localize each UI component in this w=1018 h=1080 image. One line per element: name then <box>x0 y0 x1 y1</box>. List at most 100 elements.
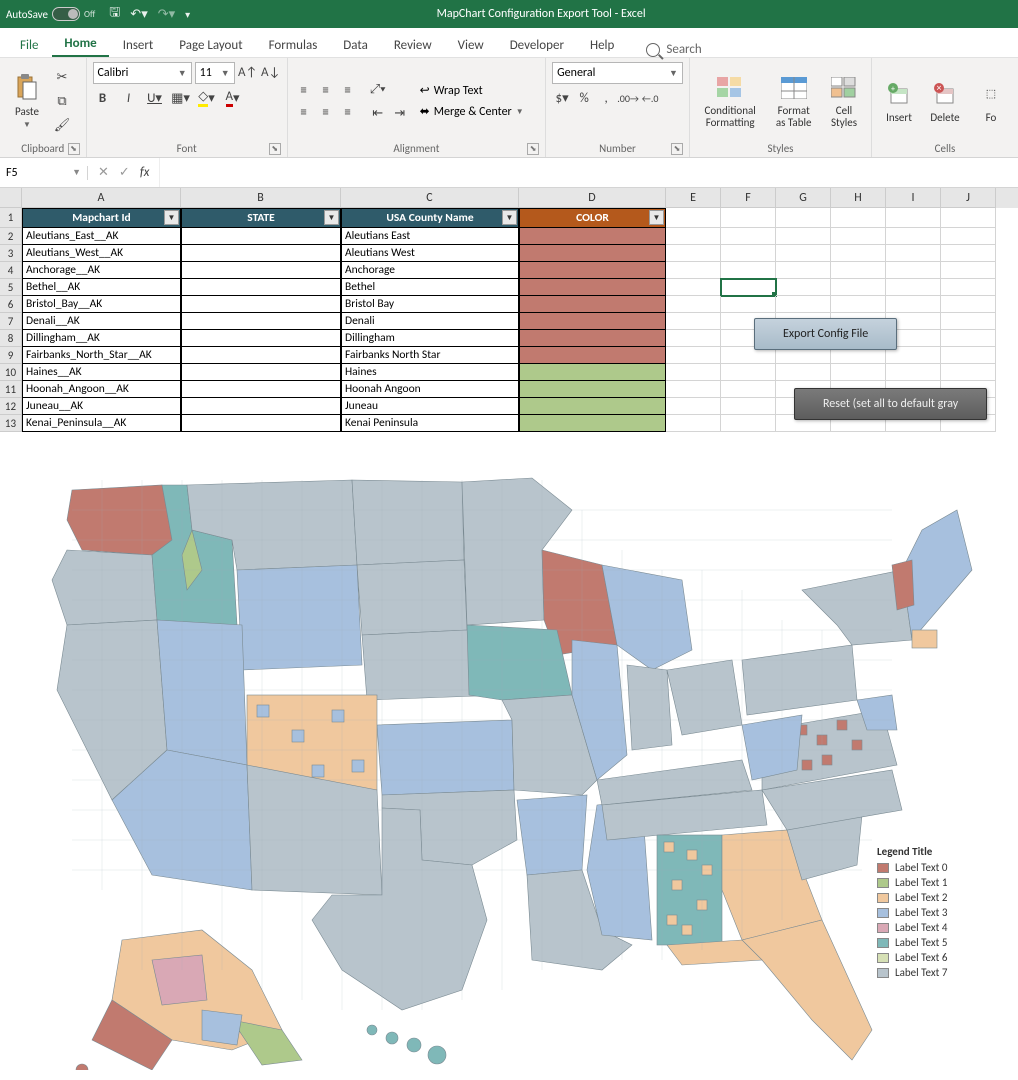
table-header-cell[interactable]: Mapchart Id▼ <box>22 208 181 228</box>
enter-formula-icon[interactable]: ✓ <box>119 165 130 180</box>
row-header[interactable]: 3 <box>0 245 22 262</box>
cell-state[interactable] <box>181 262 341 279</box>
col-header[interactable]: I <box>886 188 941 208</box>
cell-state[interactable] <box>181 398 341 415</box>
cell-county-name[interactable]: Denali <box>341 313 519 330</box>
cell-mapchart-id[interactable]: Bristol_Bay__AK <box>22 296 181 313</box>
cell-state[interactable] <box>181 279 341 296</box>
tab-insert[interactable]: Insert <box>111 32 166 57</box>
cell[interactable] <box>721 398 776 415</box>
cell-color[interactable] <box>519 228 666 245</box>
customize-qat-icon[interactable]: ▾ <box>185 8 190 21</box>
cell[interactable] <box>831 296 886 313</box>
tab-view[interactable]: View <box>446 32 496 57</box>
name-box[interactable]: F5▼ <box>0 166 88 180</box>
cell-state[interactable] <box>181 313 341 330</box>
tab-page-layout[interactable]: Page Layout <box>167 32 254 57</box>
row-header[interactable]: 13 <box>0 415 22 432</box>
cell-color[interactable] <box>519 364 666 381</box>
align-left-icon[interactable]: ≡ <box>294 102 314 122</box>
cell[interactable] <box>721 228 776 245</box>
cell[interactable] <box>941 262 996 279</box>
table-header-cell[interactable]: USA County Name▼ <box>341 208 519 228</box>
cell-mapchart-id[interactable]: Denali__AK <box>22 313 181 330</box>
search-box[interactable]: Search <box>646 42 701 57</box>
row-header[interactable]: 5 <box>0 279 22 296</box>
cell-color[interactable] <box>519 398 666 415</box>
cell-county-name[interactable]: Aleutians East <box>341 228 519 245</box>
cell-state[interactable] <box>181 415 341 432</box>
cell-county-name[interactable]: Bristol Bay <box>341 296 519 313</box>
font-color-icon[interactable]: A▾ <box>223 88 243 108</box>
col-header[interactable]: C <box>341 188 519 208</box>
cell-color[interactable] <box>519 262 666 279</box>
paste-button[interactable]: Paste ▼ <box>6 71 48 132</box>
launcher-icon[interactable]: ⬊ <box>527 143 539 155</box>
wrap-text-button[interactable]: ↩Wrap Text <box>420 83 539 98</box>
undo-icon[interactable]: ↶▾ <box>130 7 147 22</box>
row-header[interactable]: 4 <box>0 262 22 279</box>
fill-color-icon[interactable]: ◇▾ <box>197 88 217 108</box>
cell-state[interactable] <box>181 381 341 398</box>
cell-mapchart-id[interactable]: Haines__AK <box>22 364 181 381</box>
cell[interactable] <box>831 208 886 228</box>
cell-county-name[interactable]: Hoonah Angoon <box>341 381 519 398</box>
cell[interactable] <box>886 364 941 381</box>
cell[interactable] <box>666 364 721 381</box>
cell[interactable] <box>721 381 776 398</box>
decrease-indent-icon[interactable]: ⇤ <box>368 103 388 123</box>
table-header-cell[interactable]: STATE▼ <box>181 208 341 228</box>
export-config-button[interactable]: Export Config File <box>754 318 897 350</box>
cell[interactable] <box>941 228 996 245</box>
launcher-icon[interactable]: ⬊ <box>269 143 281 155</box>
cell-state[interactable] <box>181 296 341 313</box>
cell[interactable] <box>886 296 941 313</box>
cell-county-name[interactable]: Anchorage <box>341 262 519 279</box>
font-size-select[interactable]: 11▼ <box>195 62 235 84</box>
format-painter-icon[interactable]: 🖌 <box>52 115 72 135</box>
cell[interactable] <box>666 208 721 228</box>
col-header[interactable]: B <box>181 188 341 208</box>
decrease-font-icon[interactable]: A↓ <box>261 62 281 82</box>
italic-button[interactable]: I <box>119 88 139 108</box>
cell[interactable] <box>776 245 831 262</box>
cell[interactable] <box>941 347 996 364</box>
cell[interactable] <box>666 296 721 313</box>
accounting-icon[interactable]: $▾ <box>552 88 572 108</box>
cell[interactable] <box>666 415 721 432</box>
comma-icon[interactable]: , <box>596 88 616 108</box>
cell-mapchart-id[interactable]: Anchorage__AK <box>22 262 181 279</box>
cell[interactable] <box>666 245 721 262</box>
cell[interactable] <box>666 398 721 415</box>
cell-styles-button[interactable]: Cell Styles <box>823 71 865 131</box>
filter-icon[interactable]: ▼ <box>324 210 339 225</box>
cell-color[interactable] <box>519 381 666 398</box>
cell[interactable] <box>666 347 721 364</box>
borders-icon[interactable]: ▦▾ <box>171 88 191 108</box>
cell-state[interactable] <box>181 245 341 262</box>
cancel-formula-icon[interactable]: ✕ <box>98 165 109 180</box>
cell[interactable] <box>666 262 721 279</box>
align-center-icon[interactable]: ≡ <box>316 102 336 122</box>
filter-icon[interactable]: ▼ <box>502 210 517 225</box>
toggle-icon[interactable] <box>52 7 80 21</box>
cell[interactable] <box>776 262 831 279</box>
cell[interactable] <box>666 381 721 398</box>
cell-mapchart-id[interactable]: Hoonah_Angoon__AK <box>22 381 181 398</box>
cell-county-name[interactable]: Juneau <box>341 398 519 415</box>
save-icon[interactable]: 🖫 <box>109 3 120 25</box>
cell-county-name[interactable]: Kenai Peninsula <box>341 415 519 432</box>
cell[interactable] <box>831 262 886 279</box>
underline-button[interactable]: U▾ <box>145 88 165 108</box>
row-header[interactable]: 6 <box>0 296 22 313</box>
decrease-decimal-icon[interactable]: ←.0 <box>640 88 660 108</box>
cell[interactable] <box>776 296 831 313</box>
cell-state[interactable] <box>181 228 341 245</box>
col-header[interactable]: E <box>666 188 721 208</box>
cell[interactable] <box>941 313 996 330</box>
cell-county-name[interactable]: Aleutians West <box>341 245 519 262</box>
format-as-table-button[interactable]: Format as Table <box>768 71 819 131</box>
filter-icon[interactable]: ▼ <box>164 210 179 225</box>
redo-icon[interactable]: ↷▾ <box>158 7 175 22</box>
increase-font-icon[interactable]: A↑ <box>238 62 258 82</box>
